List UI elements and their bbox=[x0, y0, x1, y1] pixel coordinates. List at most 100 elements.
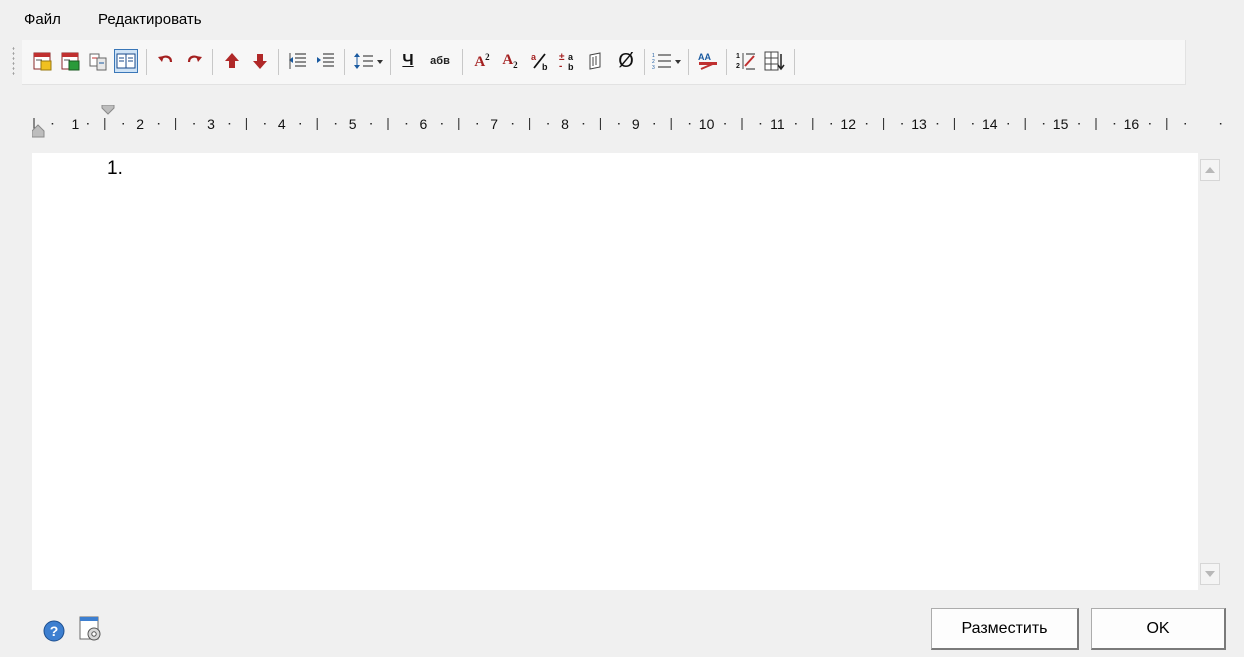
numbering-icon[interactable]: 123 bbox=[650, 49, 674, 73]
import-text-icon[interactable] bbox=[30, 49, 54, 73]
ruler-minor-tick bbox=[653, 123, 655, 125]
svg-text:a: a bbox=[531, 52, 537, 62]
line-spacing-dropdown-icon[interactable] bbox=[377, 60, 383, 64]
underline-label: Ч bbox=[402, 52, 414, 69]
subscript-label: A bbox=[502, 52, 514, 68]
superscript-sup: 2 bbox=[485, 51, 490, 62]
ruler-minor-tick bbox=[441, 123, 443, 125]
toolbar-separator bbox=[212, 49, 213, 75]
ruler-label: 13 bbox=[911, 116, 927, 132]
superscript-label: A bbox=[474, 53, 486, 70]
help-icon[interactable]: ? bbox=[43, 620, 65, 642]
toolbar: Ч абв A2 A2 ab ± a - b Ø 123 AA 12 bbox=[12, 40, 1186, 85]
scroll-up-icon bbox=[1205, 167, 1215, 173]
ruler-label: 12 bbox=[840, 116, 856, 132]
svg-text:b: b bbox=[542, 62, 548, 72]
ruler-label: 14 bbox=[982, 116, 998, 132]
move-up-icon[interactable] bbox=[220, 49, 244, 73]
subscript-icon[interactable]: A2 bbox=[498, 49, 522, 73]
ruler-minor-tick bbox=[688, 123, 691, 125]
toolbar-separator bbox=[278, 49, 279, 75]
find-replace-icon[interactable] bbox=[86, 49, 110, 73]
svg-text:?: ? bbox=[50, 623, 59, 639]
ruler-minor-tick bbox=[547, 123, 549, 125]
vertical-scrollbar[interactable] bbox=[1198, 153, 1222, 590]
ruler-minor-tick bbox=[1007, 123, 1009, 125]
toolbar-grip[interactable] bbox=[12, 46, 15, 76]
move-down-icon[interactable] bbox=[248, 49, 272, 73]
ruler-minor-tick bbox=[936, 123, 939, 125]
list-number-1: 1. bbox=[107, 158, 123, 179]
ruler-minor-tick bbox=[51, 123, 54, 125]
text-editor[interactable]: 1. bbox=[32, 153, 1198, 590]
toolbar-separator bbox=[390, 49, 391, 75]
ruler-minor-tick bbox=[87, 123, 89, 125]
menu-edit[interactable]: Редактировать bbox=[98, 11, 202, 28]
lowercase-icon[interactable]: абв bbox=[424, 49, 456, 73]
settings-icon[interactable] bbox=[78, 615, 104, 643]
scroll-down-button[interactable] bbox=[1200, 563, 1220, 585]
ruler-label: 1 bbox=[72, 116, 80, 132]
ruler-minor-tick bbox=[901, 123, 903, 125]
ruler-minor-tick bbox=[511, 123, 514, 125]
svg-text:2: 2 bbox=[736, 63, 740, 70]
ruler-scale: 1 2 3 4 5 6 7 8 9 10 11 12 13 14 15 16 bbox=[31, 104, 1222, 138]
sort-icon[interactable] bbox=[762, 49, 786, 73]
ruler-label: 5 bbox=[349, 116, 357, 132]
ruler-minor-tick bbox=[122, 123, 124, 125]
ruler-minor-tick bbox=[759, 123, 762, 125]
ruler-minor-tick bbox=[865, 123, 868, 125]
ruler-minor-tick bbox=[724, 123, 726, 125]
svg-text:3: 3 bbox=[652, 65, 655, 71]
scroll-down-icon bbox=[1205, 571, 1215, 577]
line-spacing-icon[interactable] bbox=[352, 49, 376, 73]
ruler-label: 16 bbox=[1124, 116, 1140, 132]
place-button-label: Разместить bbox=[961, 619, 1048, 637]
ruler-minor-tick bbox=[476, 123, 478, 125]
export-text-icon[interactable] bbox=[58, 49, 82, 73]
ruler-label: 9 bbox=[632, 116, 640, 132]
spell-check-icon[interactable]: AA bbox=[696, 49, 720, 73]
ruler-minor-tick bbox=[1149, 123, 1151, 125]
ruler-minor-tick bbox=[1078, 123, 1080, 125]
ruler-minor-tick bbox=[405, 123, 408, 125]
redo-icon[interactable] bbox=[182, 49, 206, 73]
toolbar-separator bbox=[344, 49, 345, 75]
ruler-minor-tick bbox=[1219, 123, 1222, 125]
toolbar-separator bbox=[146, 49, 147, 75]
ruler-minor-tick bbox=[972, 123, 974, 125]
numbering-dropdown-icon[interactable] bbox=[675, 60, 681, 64]
stack-icon[interactable]: ± a - b bbox=[556, 49, 580, 73]
toolbar-separator bbox=[462, 49, 463, 75]
ruler[interactable]: 1 2 3 4 5 6 7 8 9 10 11 12 13 14 15 16 bbox=[31, 104, 1222, 141]
ruler-label: 11 bbox=[770, 116, 785, 132]
ruler-minor-tick bbox=[1042, 123, 1045, 125]
insert-field-icon[interactable]: 12 bbox=[734, 49, 758, 73]
svg-text:AA: AA bbox=[698, 52, 711, 62]
svg-text:b: b bbox=[568, 62, 574, 72]
ruler-label: 8 bbox=[561, 116, 569, 132]
ruler-minor-tick bbox=[299, 123, 301, 125]
diameter-icon[interactable]: Ø bbox=[614, 49, 638, 73]
lowercase-label: абв bbox=[430, 55, 450, 67]
first-indent-marker-icon bbox=[101, 104, 115, 115]
symbol-icon[interactable] bbox=[584, 49, 608, 73]
ruler-minor-tick bbox=[264, 123, 266, 125]
text-mode-book-icon[interactable] bbox=[114, 49, 138, 73]
superscript-icon[interactable]: A2 bbox=[470, 49, 494, 73]
underline-icon[interactable]: Ч bbox=[396, 49, 420, 73]
undo-icon[interactable] bbox=[154, 49, 178, 73]
place-button[interactable]: Разместить bbox=[931, 608, 1079, 650]
ruler-minor-tick bbox=[228, 123, 231, 125]
ruler-label: 10 bbox=[699, 116, 715, 132]
increase-indent-icon[interactable] bbox=[314, 49, 338, 73]
toolbar-separator bbox=[726, 49, 727, 75]
fraction-icon[interactable]: ab bbox=[528, 49, 552, 73]
ok-button[interactable]: OK bbox=[1091, 608, 1226, 650]
menu-file[interactable]: Файл bbox=[24, 11, 61, 28]
scroll-up-button[interactable] bbox=[1200, 159, 1220, 181]
decrease-indent-icon[interactable] bbox=[286, 49, 310, 73]
ruler-label: 4 bbox=[278, 116, 286, 132]
ruler-minor-tick bbox=[1113, 123, 1116, 125]
ruler-minor-tick bbox=[582, 123, 585, 125]
